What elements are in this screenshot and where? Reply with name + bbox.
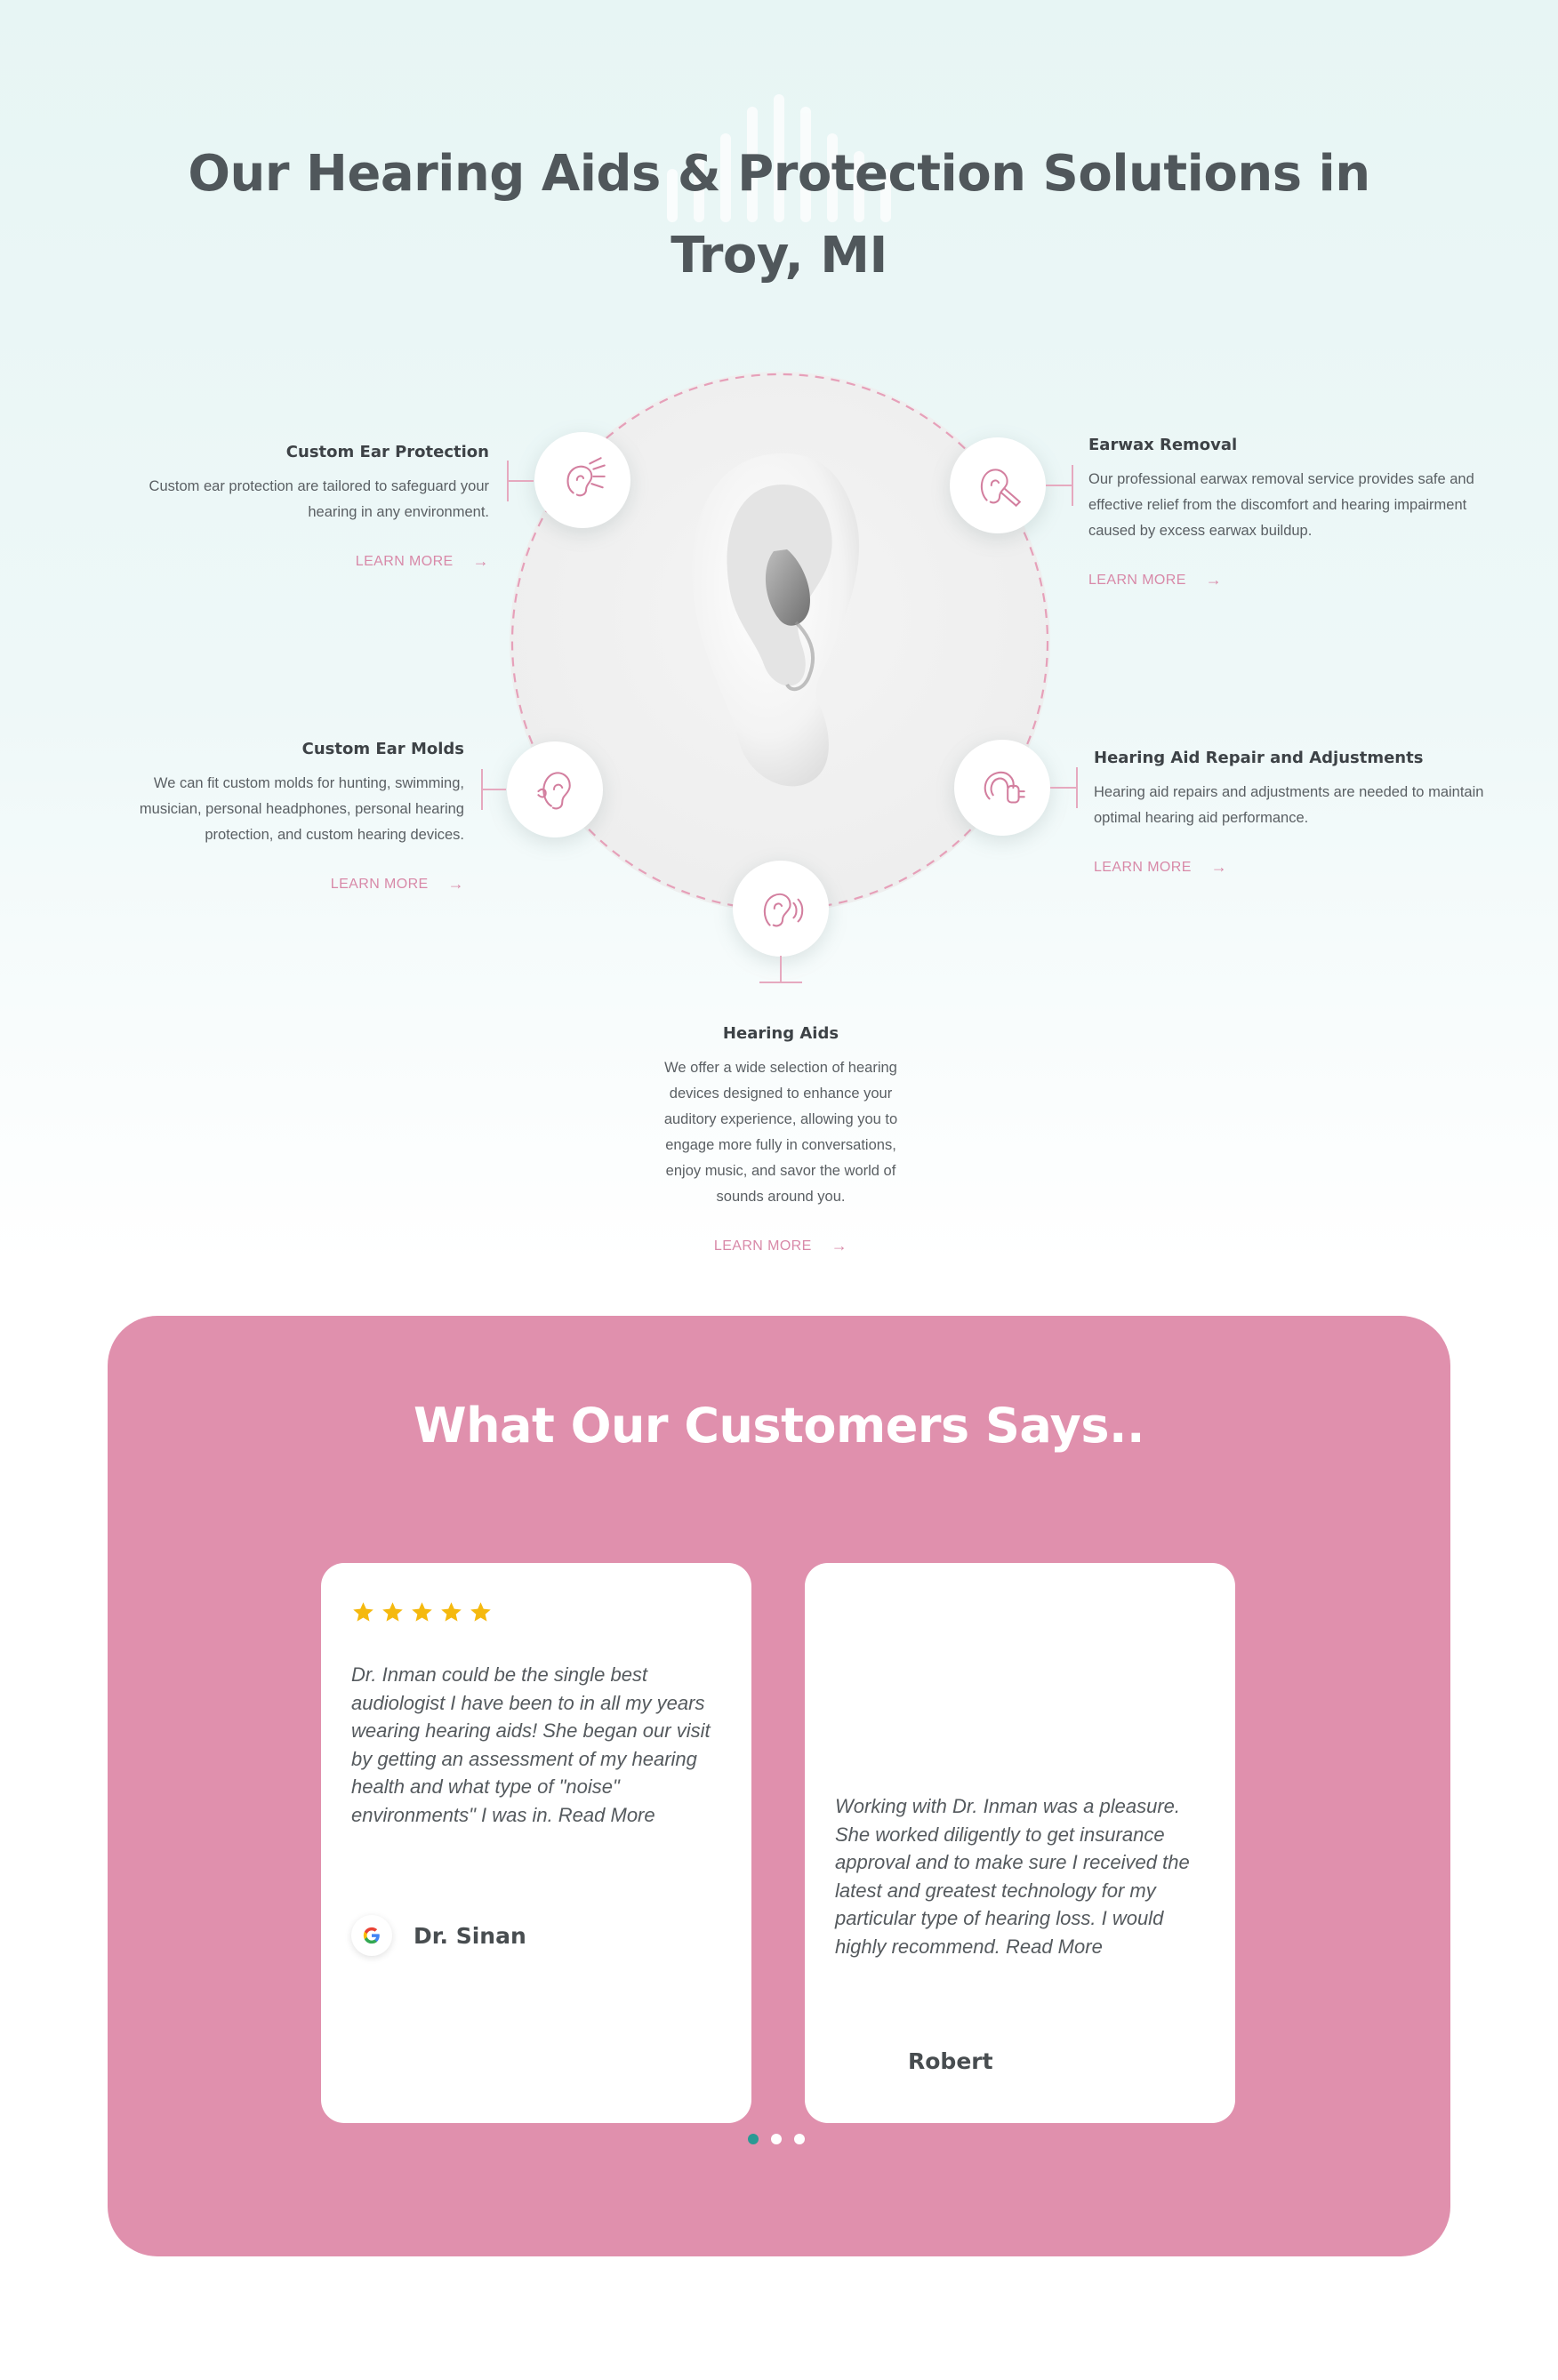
ear-mold-icon bbox=[537, 772, 571, 810]
google-icon bbox=[351, 1915, 392, 1956]
learn-more-link[interactable]: LEARN MORE → bbox=[356, 552, 489, 571]
reviewer-name: Robert bbox=[908, 2048, 993, 2074]
star-icon bbox=[353, 1602, 373, 1622]
arrow-right-icon: → bbox=[1210, 858, 1228, 876]
service-description: We can fit custom molds for hunting, swi… bbox=[139, 775, 464, 843]
arrow-right-icon: → bbox=[1205, 571, 1223, 589]
learn-more-label: LEARN MORE bbox=[1094, 859, 1192, 875]
hearing-aid-repair-icon-badge[interactable] bbox=[954, 740, 1050, 836]
connector-line bbox=[1046, 485, 1072, 486]
testimonials-title: What Our Customers Says.. bbox=[414, 1398, 1144, 1454]
star-icon bbox=[470, 1602, 491, 1622]
earwax-removal-icon bbox=[980, 469, 1022, 508]
carousel-dots bbox=[748, 2134, 805, 2144]
ear-mold-icon-badge[interactable] bbox=[507, 741, 603, 837]
connector-line bbox=[780, 956, 782, 982]
service-hearing-aid-repair: Hearing Aid Repair and Adjustments Heari… bbox=[1094, 749, 1485, 877]
hearing-aids-icon-badge[interactable] bbox=[733, 861, 829, 957]
review-quote: Working with Dr. Inman was a pleasure. S… bbox=[835, 1795, 1190, 1958]
ear-illustration bbox=[692, 453, 860, 787]
connector-tick bbox=[507, 461, 509, 501]
service-earwax-removal: Earwax Removal Our professional earwax r… bbox=[1088, 436, 1489, 589]
arrow-right-icon: → bbox=[831, 1237, 848, 1254]
star-icon bbox=[441, 1602, 462, 1622]
ear-protection-icon-badge[interactable] bbox=[534, 432, 630, 528]
service-custom-ear-molds: Custom Ear Molds We can fit custom molds… bbox=[89, 740, 464, 894]
service-title: Custom Ear Protection bbox=[285, 443, 489, 461]
service-title: Custom Ear Molds bbox=[301, 740, 464, 758]
connector-tick bbox=[1072, 465, 1073, 506]
carousel-dot[interactable] bbox=[748, 2134, 759, 2144]
carousel-dot[interactable] bbox=[771, 2134, 782, 2144]
connector-line bbox=[507, 480, 534, 482]
hearing-aids-icon bbox=[763, 893, 804, 927]
service-description: Custom ear protection are tailored to sa… bbox=[149, 478, 489, 520]
service-hearing-aids: Hearing Aids We offer a wide selection o… bbox=[647, 1024, 914, 1255]
testimonials-section: What Our Customers Says.. Dr. Inman coul… bbox=[108, 1316, 1450, 2256]
carousel-dot[interactable] bbox=[794, 2134, 805, 2144]
review-quote: Dr. Inman could be the single best audio… bbox=[351, 1663, 711, 1826]
service-custom-ear-protection: Custom Ear Protection Custom ear protect… bbox=[98, 443, 489, 571]
star-icon bbox=[412, 1602, 432, 1622]
star-icon bbox=[382, 1602, 403, 1622]
learn-more-link[interactable]: LEARN MORE → bbox=[1088, 571, 1222, 589]
connector-tick bbox=[481, 769, 483, 810]
learn-more-label: LEARN MORE bbox=[355, 553, 454, 569]
service-title: Hearing Aid Repair and Adjustments bbox=[1094, 749, 1424, 767]
reviewer-name: Dr. Sinan bbox=[414, 1922, 526, 1949]
testimonial-card: Working with Dr. Inman was a pleasure. S… bbox=[805, 1563, 1235, 2123]
reviewer: Robert bbox=[908, 2048, 993, 2074]
ear-protection-icon bbox=[566, 457, 606, 497]
connector-tick bbox=[759, 982, 802, 983]
learn-more-label: LEARN MORE bbox=[330, 876, 429, 892]
service-description: We offer a wide selection of hearing dev… bbox=[663, 1060, 898, 1205]
arrow-right-icon: → bbox=[472, 552, 489, 570]
service-description: Hearing aid repairs and adjustments are … bbox=[1094, 784, 1484, 826]
star-rating bbox=[351, 1600, 493, 1624]
arrow-right-icon: → bbox=[447, 875, 464, 893]
learn-more-link[interactable]: LEARN MORE → bbox=[1094, 858, 1227, 877]
page-title: Our Hearing Aids & Protection Solutions … bbox=[188, 145, 1370, 284]
learn-more-label: LEARN MORE bbox=[1088, 572, 1186, 588]
earwax-removal-icon-badge[interactable] bbox=[950, 437, 1046, 533]
service-description: Our professional earwax removal service … bbox=[1088, 471, 1474, 539]
testimonial-card: Dr. Inman could be the single best audio… bbox=[321, 1563, 751, 2123]
learn-more-link[interactable]: LEARN MORE → bbox=[331, 875, 464, 894]
hearing-aid-repair-icon bbox=[984, 771, 1025, 804]
connector-line bbox=[1050, 787, 1077, 789]
connector-line bbox=[481, 789, 506, 790]
learn-more-label: LEARN MORE bbox=[713, 1238, 812, 1254]
reviewer: Dr. Sinan bbox=[351, 1915, 526, 1956]
service-title: Hearing Aids bbox=[722, 1024, 839, 1043]
service-title: Earwax Removal bbox=[1088, 436, 1238, 454]
learn-more-link[interactable]: LEARN MORE → bbox=[714, 1237, 847, 1255]
google-logo bbox=[363, 1927, 380, 1944]
connector-tick bbox=[1076, 767, 1078, 808]
